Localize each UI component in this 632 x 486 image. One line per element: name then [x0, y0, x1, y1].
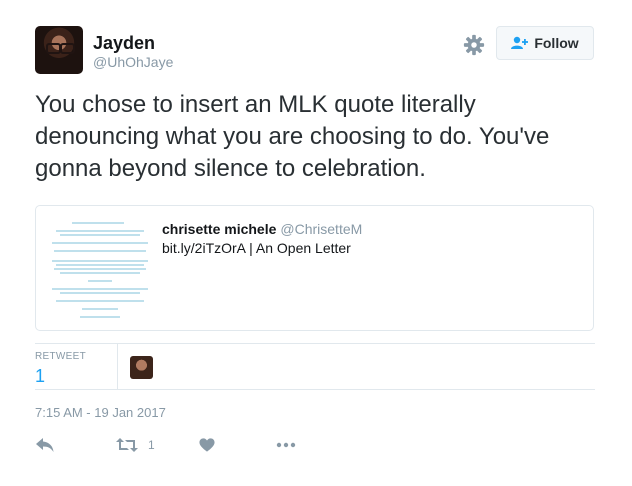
- follow-button[interactable]: Follow: [496, 26, 594, 60]
- tweet-timestamp[interactable]: 7:15 AM - 19 Jan 2017: [35, 405, 166, 420]
- tweet-actions: 1: [35, 436, 335, 456]
- like-heart-icon: [199, 438, 215, 452]
- author-name[interactable]: Jayden: [93, 33, 155, 54]
- follow-label: Follow: [534, 35, 579, 51]
- retweet-action-count: 1: [148, 438, 155, 452]
- more-icon: [276, 442, 296, 448]
- card-title-line: chrisette michele @ChrisetteM: [162, 221, 362, 237]
- reply-button[interactable]: [35, 436, 55, 454]
- follow-person-icon: [511, 36, 529, 49]
- more-button[interactable]: [276, 436, 296, 454]
- stats-bottom-divider: [35, 389, 595, 390]
- tweet-text: You chose to insert an MLK quote literal…: [35, 91, 550, 182]
- avatar-glasses-left: [46, 43, 61, 54]
- author-handle[interactable]: @UhOhJaye: [93, 54, 173, 70]
- card-handle: @ChrisetteM: [280, 221, 363, 237]
- reply-icon: [36, 438, 54, 452]
- card-thumbnail: [42, 212, 158, 324]
- stats-top-divider: [35, 343, 595, 344]
- card-description: bit.ly/2iTzOrA | An Open Letter: [162, 240, 351, 256]
- link-card[interactable]: chrisette michele @ChrisetteM bit.ly/2iTz…: [35, 205, 594, 331]
- card-title: chrisette michele: [162, 221, 277, 237]
- retweet-icon: [116, 438, 138, 452]
- retweet-stat-count[interactable]: 1: [35, 366, 45, 387]
- retweet-stat-label: RETWEET: [35, 351, 86, 362]
- stats-vertical-divider: [117, 344, 118, 389]
- avatar-glasses-right: [60, 43, 75, 54]
- gear-icon[interactable]: [463, 34, 485, 56]
- author-avatar[interactable]: [35, 26, 83, 74]
- retweeter-avatar[interactable]: [130, 356, 153, 379]
- retweet-button[interactable]: 1: [116, 436, 155, 454]
- like-button[interactable]: [199, 436, 215, 454]
